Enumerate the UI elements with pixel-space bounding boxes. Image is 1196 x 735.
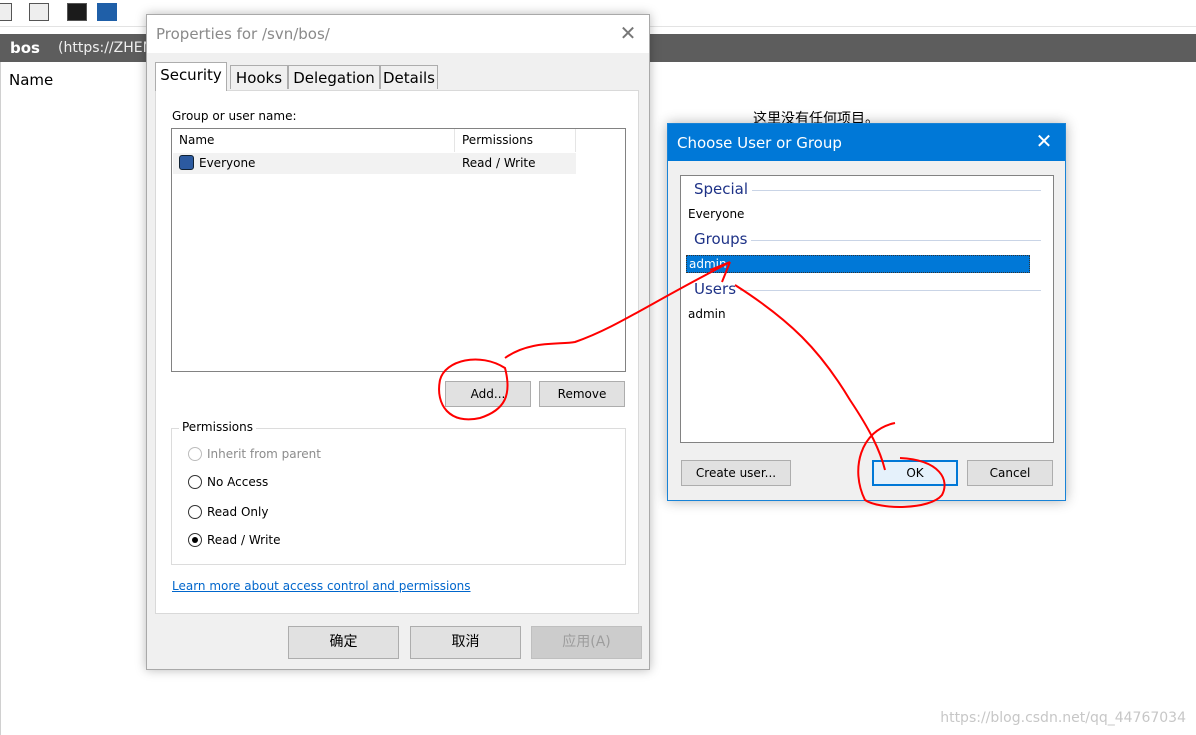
ok-button[interactable]: 确定 [288,626,399,659]
column-header-name[interactable]: Name [172,129,455,152]
user-group-list[interactable]: Special Everyone Groups admin Users admi… [680,175,1054,443]
section-divider [694,290,1041,291]
pane-divider [0,62,1,735]
repository-name: bos [10,39,40,57]
permissions-title: Permissions [179,420,256,434]
remove-button[interactable]: Remove [539,381,625,407]
properties-dialog: Properties for /svn/bos/ ✕ Security Hook… [146,14,650,670]
list-item-group-admin[interactable]: admin [686,255,1030,273]
section-groups: Groups [694,230,752,248]
close-icon[interactable]: ✕ [1033,131,1055,153]
permissions-list[interactable]: Name Permissions Everyone Read / Write [171,128,626,372]
apply-button: 应用(A) [531,626,642,659]
list-item-everyone[interactable]: Everyone [688,207,744,221]
properties-title-bar[interactable]: Properties for /svn/bos/ ✕ [147,15,649,53]
group-icon [179,155,194,170]
section-special: Special [694,180,753,198]
powershell-icon[interactable] [97,3,117,21]
repository-url: (https://ZHEN [58,40,154,56]
choose-title: Choose User or Group [677,134,842,152]
row-permission: Read / Write [462,156,536,170]
radio-read-only-label[interactable]: Read Only [207,505,268,519]
cmd-icon[interactable] [67,3,87,21]
tab-hooks[interactable]: Hooks [230,65,288,89]
tab-details[interactable]: Details [380,65,438,89]
radio-read-write[interactable] [188,533,202,547]
view-icon[interactable] [0,3,12,21]
radio-selected-dot [192,537,198,543]
properties-title: Properties for /svn/bos/ [156,25,330,43]
tab-security[interactable]: Security [155,62,227,91]
group-or-user-label: Group or user name: [172,109,297,123]
choose-ok-button[interactable]: OK [872,460,958,486]
choose-title-bar[interactable]: Choose User or Group ✕ [668,124,1065,161]
learn-more-link[interactable]: Learn more about access control and perm… [172,579,471,593]
watermark: https://blog.csdn.net/qq_44767034 [940,710,1186,726]
list-item-user-admin[interactable]: admin [688,307,726,321]
column-header-permissions[interactable]: Permissions [455,129,576,152]
choose-user-dialog: Choose User or Group ✕ Special Everyone … [667,123,1066,501]
row-name: Everyone [199,156,256,170]
cancel-button[interactable]: 取消 [410,626,521,659]
tab-delegation[interactable]: Delegation [288,65,380,89]
properties-icon[interactable] [29,3,49,21]
radio-inherit-label: Inherit from parent [207,447,321,461]
create-user-button[interactable]: Create user... [681,460,791,486]
radio-inherit [188,447,202,461]
radio-no-access-label[interactable]: No Access [207,475,268,489]
radio-no-access[interactable] [188,475,202,489]
add-button[interactable]: Add... [445,381,531,407]
section-users: Users [694,280,741,298]
close-icon[interactable]: ✕ [617,23,639,45]
choose-cancel-button[interactable]: Cancel [967,460,1053,486]
table-row[interactable]: Everyone Read / Write [173,153,576,174]
radio-read-write-label[interactable]: Read / Write [207,533,281,547]
radio-read-only[interactable] [188,505,202,519]
name-column-header[interactable]: Name [9,71,53,89]
